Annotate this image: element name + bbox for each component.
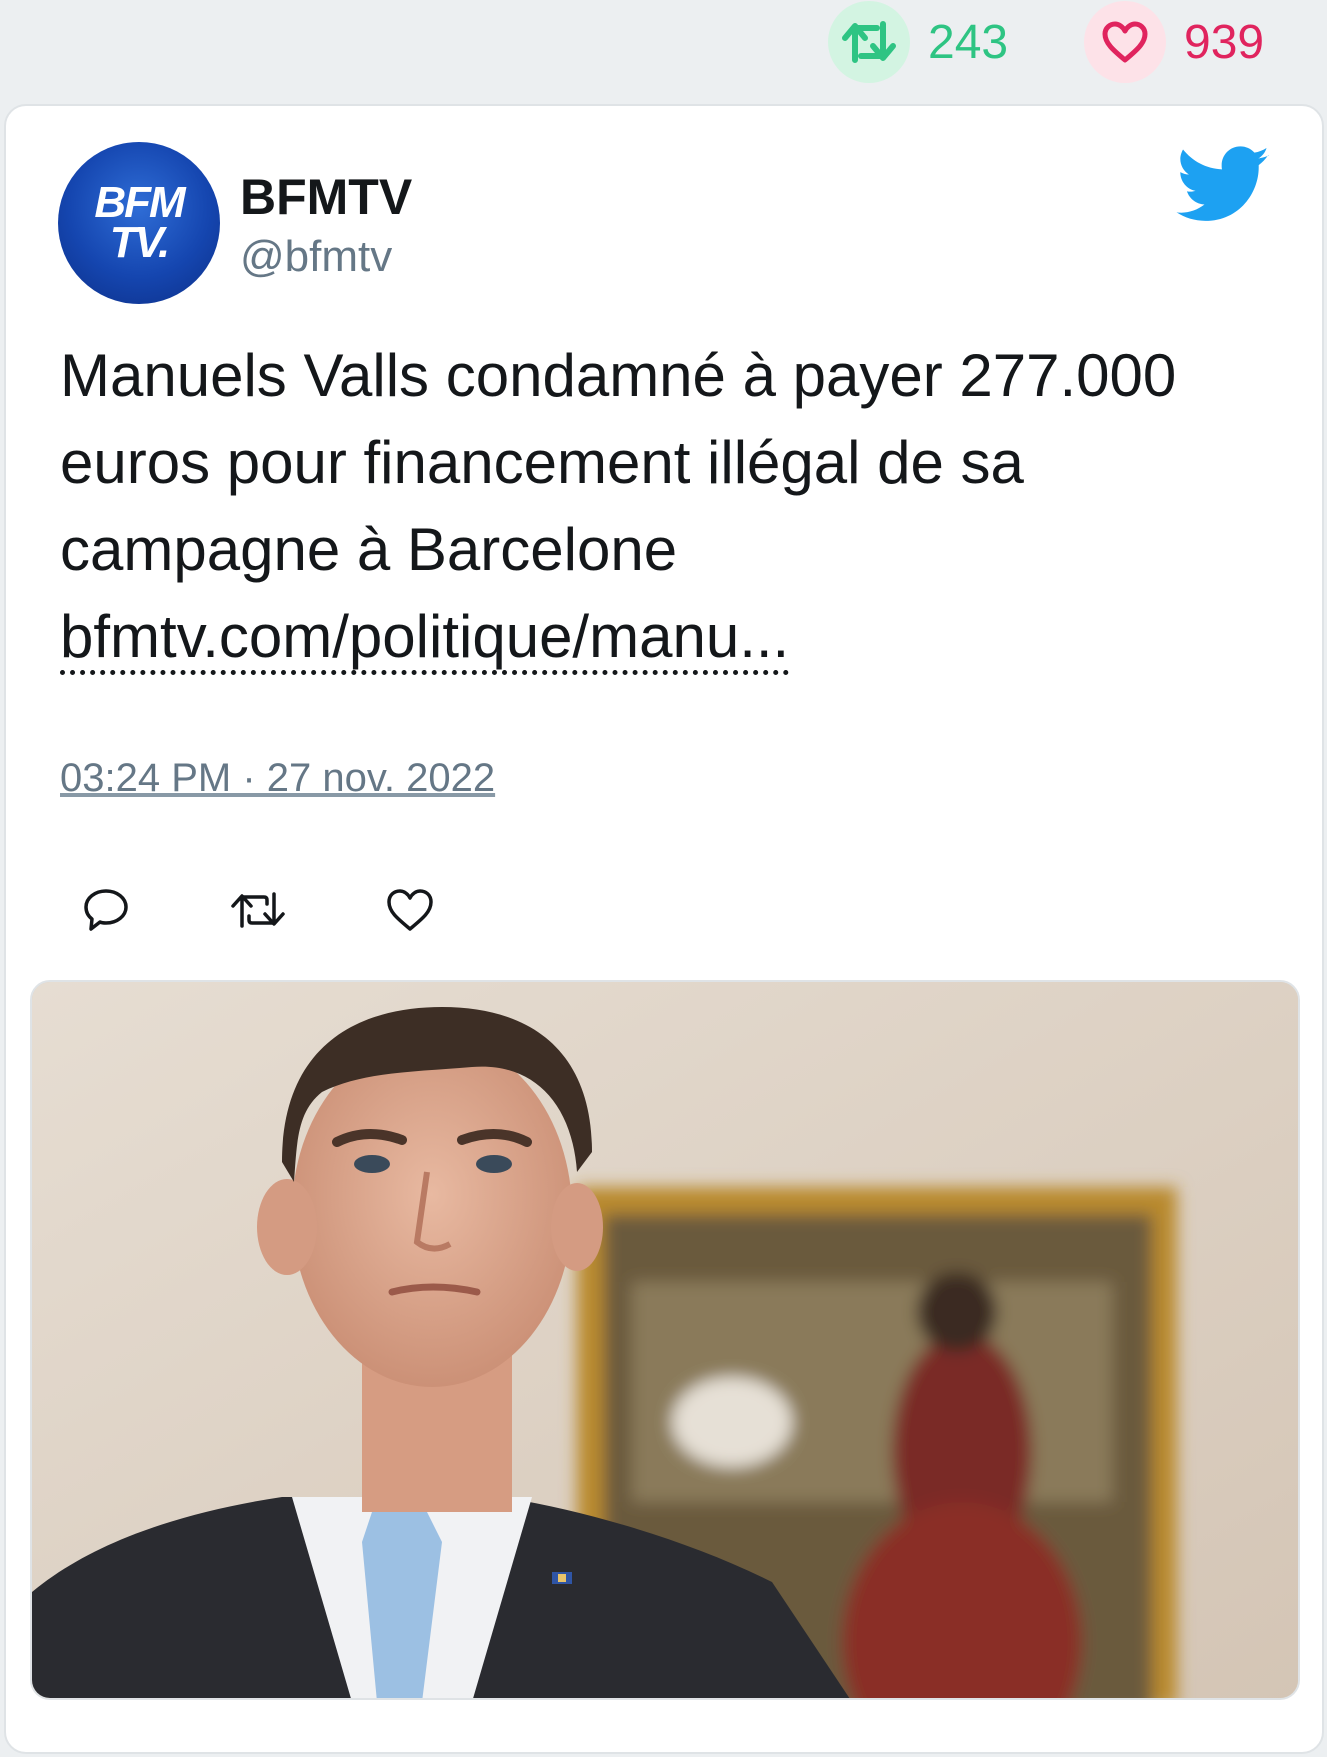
twitter-bird-icon[interactable]: [1176, 146, 1272, 224]
tweet-body: Manuels Valls condamné à payer 277.000 e…: [60, 342, 1177, 583]
bfmtv-logo: BFM TV.: [94, 178, 185, 267]
tweet-card[interactable]: BFM TV. BFMTV @bfmtv Manuels Valls conda…: [4, 104, 1324, 1754]
tweet-photo[interactable]: [30, 980, 1300, 1700]
author-name[interactable]: BFMTV: [240, 168, 412, 226]
avatar[interactable]: BFM TV.: [58, 142, 220, 304]
tweet-actions: [76, 880, 532, 940]
photo-image: [32, 982, 1298, 1698]
like-count: 939: [1184, 15, 1265, 69]
heart-icon: [1084, 1, 1166, 83]
reply-icon[interactable]: [76, 880, 136, 940]
tweet-timestamp[interactable]: 03:24 PM · 27 nov. 2022: [60, 756, 495, 801]
tweet-link[interactable]: bfmtv.com/politique/manu...: [60, 603, 790, 675]
retweet-count: 243: [928, 15, 1009, 69]
author-handle[interactable]: @bfmtv: [240, 232, 392, 282]
engagement-bar: 243 939: [0, 0, 1327, 104]
heart-icon[interactable]: [380, 880, 440, 940]
retweet-icon: [828, 1, 910, 83]
retweet-stat[interactable]: 243: [828, 0, 1008, 84]
retweet-icon[interactable]: [228, 880, 288, 940]
like-stat[interactable]: 939: [1084, 0, 1264, 84]
tweet-text: Manuels Valls condamné à payer 277.000 e…: [60, 332, 1280, 680]
